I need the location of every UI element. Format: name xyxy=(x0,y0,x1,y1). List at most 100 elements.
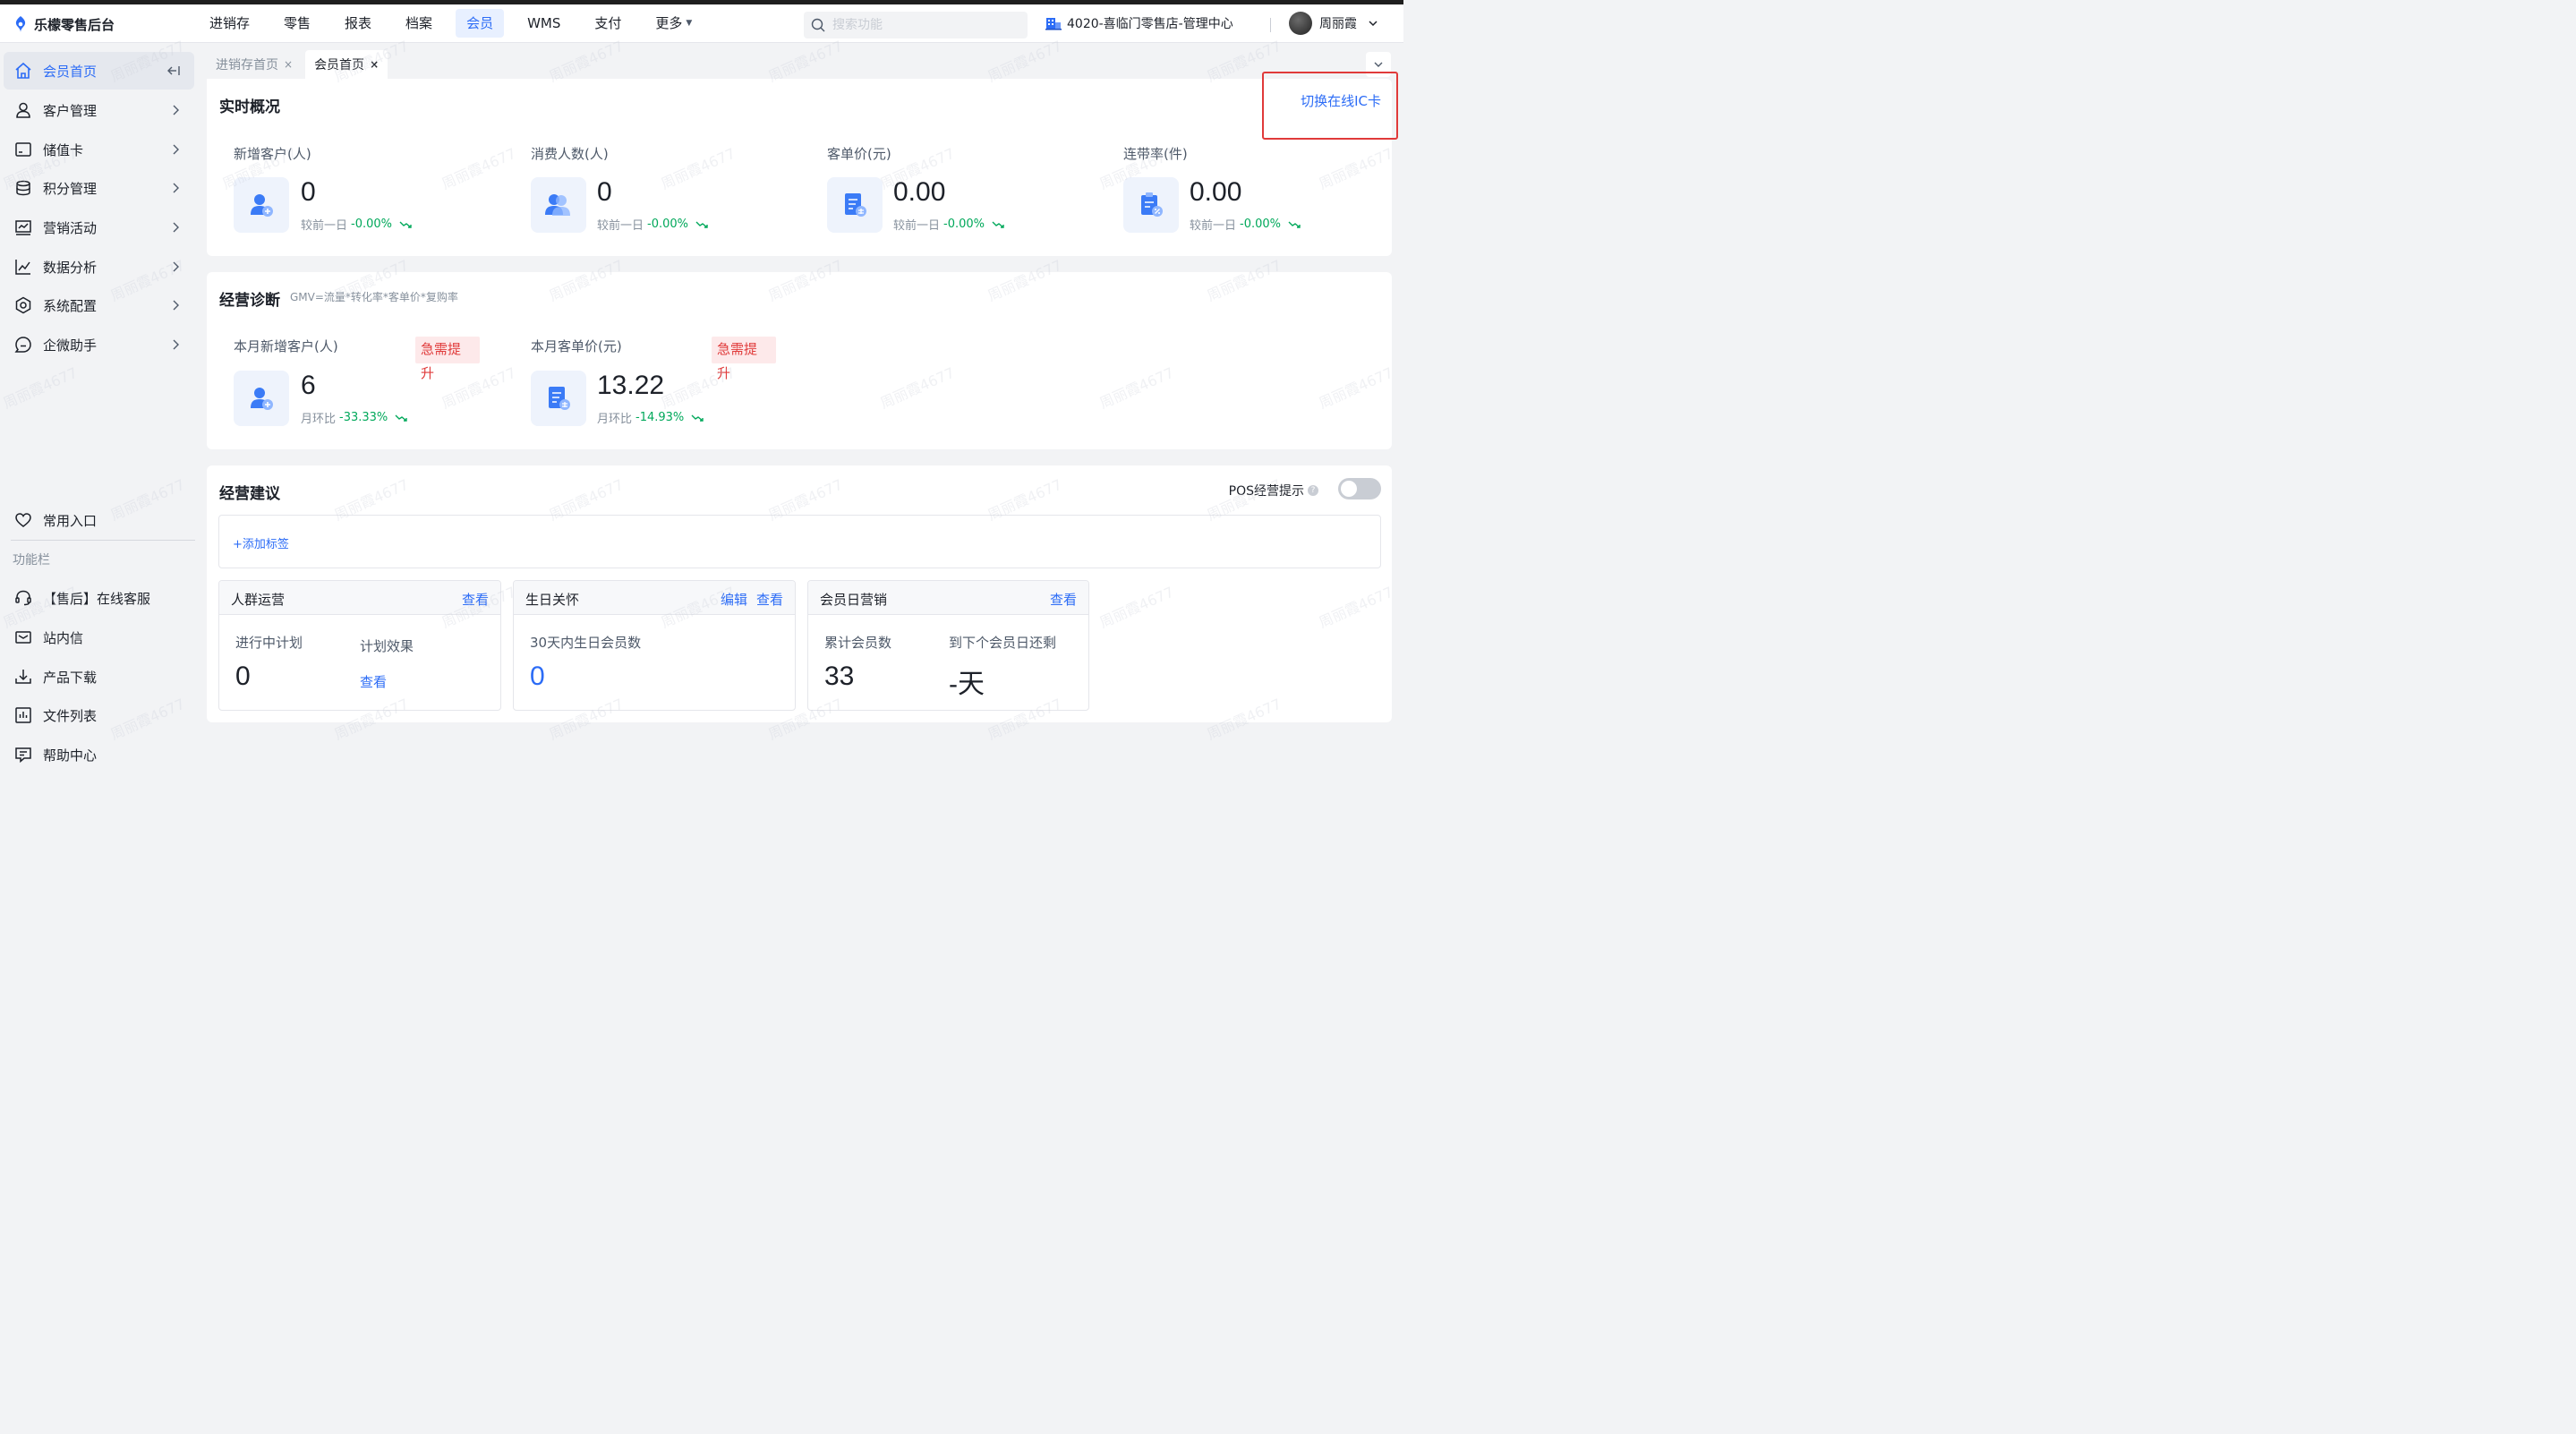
search-input[interactable] xyxy=(832,18,1011,32)
plan-effect-view-link[interactable]: 查看 xyxy=(360,672,387,691)
chevron-right-icon xyxy=(173,261,179,272)
sidebar-item-label: 积分管理 xyxy=(43,180,98,197)
trend-down-icon xyxy=(395,414,407,422)
compare-label: 较前一日 xyxy=(301,219,348,233)
sidebar-item-member-home[interactable]: 会员首页 xyxy=(4,52,194,90)
pos-tip-toggle[interactable] xyxy=(1338,478,1381,499)
sidebar-item-label: 产品下载 xyxy=(43,669,98,686)
sidebar-tool-download[interactable]: 产品下载 xyxy=(4,658,194,696)
pos-tip-label: POS经营提示 ? xyxy=(1229,482,1318,499)
tab-member-home[interactable]: 会员首页 × xyxy=(305,50,388,79)
close-icon[interactable]: × xyxy=(284,58,293,71)
card-field-value: 33 xyxy=(824,662,855,691)
help-circle-icon[interactable]: ? xyxy=(1308,485,1318,496)
add-user-icon xyxy=(234,371,289,426)
urgent-badge: 急需提 xyxy=(712,337,776,363)
card-title: 人群运营 xyxy=(231,592,286,608)
edit-button[interactable]: 编辑 xyxy=(721,590,747,609)
view-button[interactable]: 查看 xyxy=(1050,590,1077,609)
compare-label: 较前一日 xyxy=(597,219,644,233)
tab-inventory-home[interactable]: 进销存首页 × xyxy=(207,50,303,79)
sidebar-tool-help[interactable]: 帮助中心 xyxy=(4,736,194,773)
metric-label: 本月客单价(元) xyxy=(531,338,622,354)
nav-item-more[interactable]: 更多 ▼ xyxy=(644,9,703,38)
sidebar: 会员首页 客户管理 储值卡 积分管理 营销活动 数据分析 系统配置 企微助手 常… xyxy=(0,43,206,781)
nav-item-payment[interactable]: 支付 xyxy=(584,9,632,38)
panel-title: 经营建议 xyxy=(219,485,280,503)
close-icon[interactable]: × xyxy=(370,58,379,71)
metric-label: 客单价(元) xyxy=(827,146,891,162)
caret-down-icon: ▼ xyxy=(686,19,693,28)
sidebar-item-system-config[interactable]: 系统配置 xyxy=(4,286,194,324)
chat-icon xyxy=(14,337,31,353)
sidebar-item-points[interactable]: 积分管理 xyxy=(4,169,194,207)
search-box[interactable] xyxy=(804,12,1028,38)
card-field-label: 计划效果 xyxy=(360,638,414,654)
card-header: 会员日营销 查看 xyxy=(808,581,1088,615)
user-icon xyxy=(16,102,30,118)
nav-item-reports[interactable]: 报表 xyxy=(334,9,382,38)
sidebar-tool-file-list[interactable]: 文件列表 xyxy=(4,696,194,734)
sidebar-item-label: 会员首页 xyxy=(43,63,98,80)
nav-item-archive[interactable]: 档案 xyxy=(395,9,443,38)
gmv-formula: GMV=流量*转化率*客单价*复购率 xyxy=(290,291,458,303)
add-user-icon xyxy=(234,177,289,233)
sidebar-item-customers[interactable]: 客户管理 xyxy=(4,91,194,129)
nav-item-inventory[interactable]: 进销存 xyxy=(199,9,260,38)
sidebar-tool-messages[interactable]: 站内信 xyxy=(4,619,194,656)
sidebar-item-stored-card[interactable]: 储值卡 xyxy=(4,131,194,168)
download-icon xyxy=(15,670,31,684)
sidebar-item-wecom-assistant[interactable]: 企微助手 xyxy=(4,326,194,363)
business-suggestions-panel: 经营建议 POS经营提示 ? +添加标签 人群运营 查看 进行中计划 0 计划效… xyxy=(207,465,1392,722)
app-logo[interactable]: 乐檬零售后台 xyxy=(13,13,115,35)
clipboard-percent-icon xyxy=(1123,177,1179,233)
view-button[interactable]: 查看 xyxy=(756,590,783,609)
file-list-icon xyxy=(15,707,31,723)
member-day-marketing-card: 会员日营销 查看 累计会员数 33 到下个会员日还剩 -天 xyxy=(807,580,1089,711)
compare-value: -14.93% xyxy=(635,411,685,424)
sidebar-item-label: 【售后】在线客服 xyxy=(43,590,151,607)
sidebar-item-analytics[interactable]: 数据分析 xyxy=(4,248,194,286)
card-field-value: 0 xyxy=(235,662,251,691)
crowd-operation-card: 人群运营 查看 进行中计划 0 计划效果 查看 xyxy=(218,580,501,711)
database-icon xyxy=(16,180,30,196)
building-icon xyxy=(1045,18,1062,30)
metric-compare: 较前一日 -0.00% xyxy=(1190,216,1301,233)
sidebar-item-label: 数据分析 xyxy=(43,259,98,276)
sidebar-item-label: 客户管理 xyxy=(43,102,98,119)
user-menu[interactable]: 周丽霞 xyxy=(1289,12,1378,35)
chevron-down-icon xyxy=(1374,62,1383,67)
chevron-right-icon xyxy=(173,144,179,155)
sidebar-item-label: 文件列表 xyxy=(43,707,98,724)
sidebar-tool-customer-service[interactable]: 【售后】在线客服 xyxy=(4,579,194,617)
window-strip xyxy=(0,0,1403,4)
compare-value: -0.00% xyxy=(351,218,393,231)
users-icon xyxy=(531,177,586,233)
heart-icon xyxy=(15,513,31,527)
sidebar-item-marketing[interactable]: 营销活动 xyxy=(4,209,194,246)
card-field-label: 到下个会员日还剩 xyxy=(949,635,1057,651)
card-field-label: 进行中计划 xyxy=(235,635,303,651)
view-button[interactable]: 查看 xyxy=(462,590,489,609)
metric-label: 新增客户(人) xyxy=(234,146,311,162)
tag-box: +添加标签 xyxy=(218,515,1381,568)
settings-icon xyxy=(15,296,31,314)
trend-down-icon xyxy=(992,221,1004,228)
compare-label: 月环比 xyxy=(597,413,633,426)
nav-item-wms[interactable]: WMS xyxy=(516,9,571,38)
metric-compare: 月环比 -33.33% xyxy=(301,409,407,426)
collapse-sidebar-icon[interactable] xyxy=(167,65,180,76)
store-switcher[interactable]: 4020-喜临门零售店-管理中心 xyxy=(1045,14,1233,32)
nav-item-retail[interactable]: 零售 xyxy=(273,9,321,38)
home-icon xyxy=(15,62,31,79)
main-nav: 进销存 零售 报表 档案 会员 WMS 支付 更多 ▼ xyxy=(199,9,715,39)
nav-item-member[interactable]: 会员 xyxy=(456,9,505,38)
card-title: 生日关怀 xyxy=(525,592,580,608)
trend-down-icon xyxy=(399,221,412,228)
metric-label: 消费人数(人) xyxy=(531,146,609,162)
nav-label: 零售 xyxy=(284,15,311,31)
sidebar-section-caption: 功能栏 xyxy=(13,553,50,568)
card-field-value[interactable]: 0 xyxy=(530,662,545,692)
add-tag-button[interactable]: +添加标签 xyxy=(233,534,289,551)
sidebar-favorites[interactable]: 常用入口 xyxy=(4,501,194,539)
